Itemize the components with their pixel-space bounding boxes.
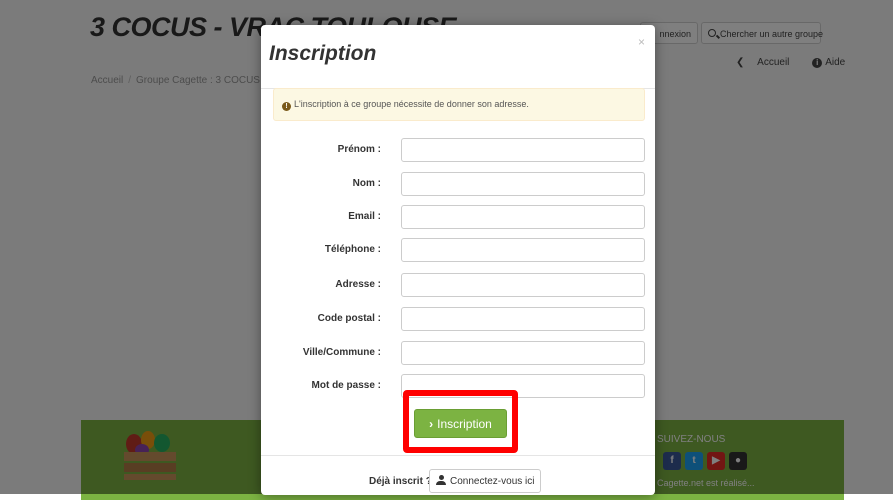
form-row-postal-code: Code postal : [261, 307, 655, 331]
form-row-first-name: Prénom : [261, 138, 655, 162]
already-registered-label: Déjà inscrit ? [369, 476, 432, 487]
form-row-city: Ville/Commune : [261, 341, 655, 365]
form-row-last-name: Nom : [261, 172, 655, 196]
email-label: Email : [348, 211, 381, 222]
phone-input[interactable] [401, 238, 645, 262]
postal-code-label: Code postal : [317, 313, 381, 324]
email-input[interactable] [401, 205, 645, 229]
modal-footer-divider [261, 455, 655, 456]
phone-label: Téléphone : [324, 244, 381, 255]
form-row-phone: Téléphone : [261, 238, 655, 262]
password-label: Mot de passe : [311, 380, 381, 391]
modal-title: Inscription [269, 42, 377, 65]
inscription-submit-button[interactable]: › Inscription [414, 409, 507, 438]
chevron-right-icon: › [429, 416, 434, 431]
connect-button[interactable]: Connectez-vous ici [429, 469, 542, 493]
address-notice: ! L'inscription à ce groupe nécessite de … [273, 88, 645, 121]
address-input[interactable] [401, 273, 645, 297]
close-icon[interactable]: × [638, 35, 645, 49]
inscription-submit-label: Inscription [437, 416, 492, 431]
user-icon [436, 475, 446, 485]
form-row-address: Adresse : [261, 273, 655, 297]
signup-modal: Inscription × ! L'inscription à ce groupe… [261, 25, 655, 495]
first-name-label: Prénom : [337, 144, 381, 155]
last-name-input[interactable] [401, 172, 645, 196]
city-input[interactable] [401, 341, 645, 365]
last-name-label: Nom : [352, 178, 381, 189]
first-name-input[interactable] [401, 138, 645, 162]
modal-header: Inscription × [261, 25, 655, 89]
info-icon: ! [282, 102, 291, 111]
postal-code-input[interactable] [401, 307, 645, 331]
city-label: Ville/Commune : [302, 347, 381, 358]
form-row-email: Email : [261, 205, 655, 229]
address-notice-text: L'inscription à ce groupe nécessite de d… [294, 99, 529, 109]
connect-button-label: Connectez-vous ici [450, 476, 535, 487]
address-label: Adresse : [335, 279, 381, 290]
